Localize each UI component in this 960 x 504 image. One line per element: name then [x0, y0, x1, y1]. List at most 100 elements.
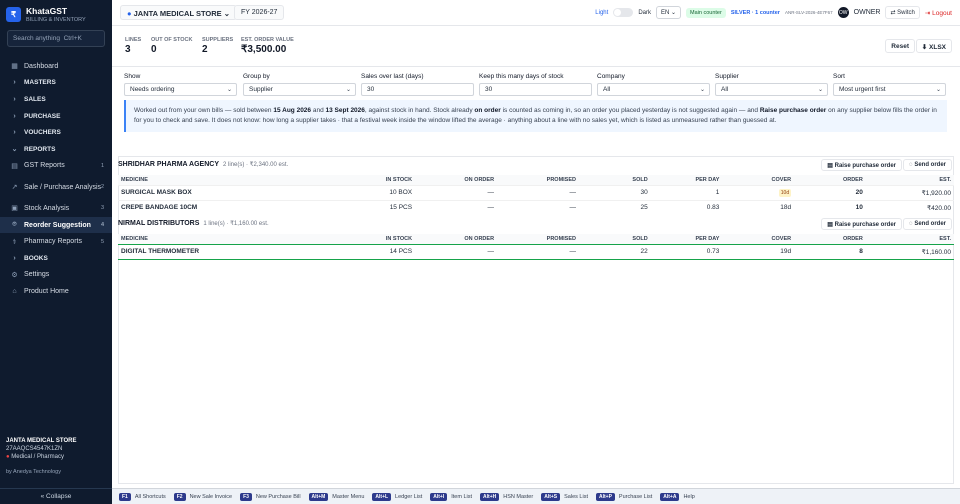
- filter-label: Company: [597, 73, 625, 80]
- sidebar-item-dashboard[interactable]: ▦ Dashboard: [0, 58, 112, 75]
- sidebar-item-reports[interactable]: ⌄ REPORTS: [0, 141, 112, 158]
- sidebar-item-sales[interactable]: › SALES: [0, 91, 112, 108]
- sidebar-item-reorder-suggestion[interactable]: ⌾ Reorder Suggestion 4: [0, 216, 112, 234]
- cell-medicine: CREPE BANDAGE 10CM: [118, 199, 303, 215]
- supplier-name: SHRIDHAR PHARMA AGENCY 2 line(s) · ₹2,340…: [118, 161, 288, 168]
- info-date-end: 13 Sept 2026: [325, 107, 365, 114]
- collapse-button[interactable]: « Collapse: [0, 488, 112, 504]
- cell-on-order: —: [415, 184, 498, 200]
- reset-button[interactable]: Reset: [885, 39, 915, 53]
- supplier-name: NIRMAL DISTRIBUTORS 1 line(s) · ₹1,160.00…: [118, 220, 269, 227]
- filter-value: All: [603, 86, 611, 93]
- send-order-button[interactable]: ◌ Send order: [903, 159, 952, 171]
- switch-button[interactable]: ⇄ Switch: [885, 6, 920, 19]
- raise-po-button[interactable]: ▤ Raise purchase order: [821, 159, 902, 171]
- input-sales-over-last-days[interactable]: 30: [361, 83, 474, 96]
- table-header: MEDICINE IN STOCK ON ORDER PROMISED SOLD PER …: [118, 234, 954, 244]
- shortcut-key-f2[interactable]: F2: [173, 492, 186, 501]
- shortcut-key-alt-a[interactable]: Alt+A: [660, 492, 680, 501]
- table-row[interactable]: SURGICAL MASK BOX 10 BOX — — 30 1 10d 20 ₹1,920.…: [118, 184, 954, 200]
- reorder-table: MEDICINE IN STOCK ON ORDER PROMISED SOLD PER …: [118, 175, 954, 215]
- select-company[interactable]: All ⌄: [597, 83, 710, 96]
- owner-label: OWNER: [853, 9, 881, 16]
- cell-value: ₹1,920.00: [921, 189, 951, 197]
- sidebar-item-gst-reports[interactable]: ▤ GST Reports 1: [0, 158, 112, 175]
- input-keep-this-many-days-of-stock[interactable]: 30: [479, 83, 592, 96]
- cell-value: —: [487, 248, 495, 255]
- cell-value: 22: [640, 248, 648, 255]
- shortcut-key-alt-i[interactable]: Alt+I: [430, 492, 448, 501]
- light-label: Light: [595, 9, 609, 16]
- document-icon: ▤: [827, 163, 835, 169]
- cell-medicine: DIGITAL THERMOMETER: [118, 243, 303, 260]
- column-header: MEDICINE: [118, 234, 303, 244]
- sidebar-item-purchase[interactable]: › PURCHASE: [0, 108, 112, 125]
- sidebar-item-stock-analysis[interactable]: ▣ Stock Analysis 3: [0, 200, 112, 217]
- brand[interactable]: ₹ KhataGST BILLING & INVENTORY: [6, 6, 86, 23]
- column-header: PROMISED: [497, 175, 579, 185]
- chevron-down-icon: ⌄: [223, 9, 231, 18]
- table-row[interactable]: CREPE BANDAGE 10CM 15 PCS — — 25 0.83 18d 10 ₹42…: [118, 199, 954, 215]
- sidebar-item-label: BOOKS: [24, 254, 48, 262]
- shortcut-key-alt-s[interactable]: Alt+S: [541, 492, 561, 501]
- sidebar-item-label: SALES: [24, 95, 46, 103]
- info-text: and: [311, 107, 326, 114]
- cell-value: 0.83: [706, 204, 720, 212]
- select-supplier[interactable]: All ⌄: [715, 83, 828, 96]
- sidebar-item-product-home[interactable]: ⌂ Product Home: [0, 283, 112, 300]
- search-input[interactable]: Search anything Ctrl+K: [7, 30, 105, 47]
- cell-sold: 22: [579, 243, 651, 260]
- cell-value: ₹1,160.00: [921, 248, 951, 256]
- select-show[interactable]: Needs ordering ⌄: [124, 83, 237, 96]
- shortcut-label: Ledger List: [395, 493, 423, 500]
- sidebar: ₹ KhataGST BILLING & INVENTORY Search an…: [0, 0, 112, 504]
- counter-badge: Main counter: [686, 7, 726, 18]
- sidebar-item-count: 3: [100, 205, 104, 212]
- cell-value: 10d: [778, 189, 792, 197]
- filter-label: Show: [124, 73, 141, 80]
- shortcut-key-f3[interactable]: F3: [240, 492, 252, 501]
- shortcut-key-f1[interactable]: F1: [119, 492, 131, 501]
- select-group-by[interactable]: Supplier ⌄: [243, 83, 356, 96]
- shortcut-label: Help: [683, 493, 695, 500]
- brand-tagline: BILLING & INVENTORY: [26, 17, 86, 23]
- sidebar-item-label: Product Home: [24, 287, 69, 295]
- supplier-meta: 1 line(s) · ₹1,160.00 est.: [203, 221, 269, 227]
- sidebar-item-sale-purchase-analysis[interactable]: ↗ Sale / Purchase Analysis 2: [0, 174, 112, 200]
- cell-value: 0.73: [706, 248, 720, 255]
- sidebar-item-books[interactable]: › BOOKS: [0, 250, 112, 267]
- sidebar-item-masters[interactable]: › MASTERS: [0, 75, 112, 92]
- table-header: MEDICINE IN STOCK ON ORDER PROMISED SOLD PER …: [118, 175, 954, 185]
- sidebar-item-label: REPORTS: [24, 145, 56, 153]
- sidebar-item-settings[interactable]: ⚙ Settings: [0, 267, 112, 284]
- shortcut-label: Purchase List: [618, 493, 653, 500]
- stat-value: ₹3,500.00: [241, 44, 287, 55]
- sidebar-item-pharmacy-reports[interactable]: ⚕ Pharmacy Reports 5: [0, 233, 112, 250]
- shortcut-key-alt-h[interactable]: Alt+H: [480, 492, 500, 501]
- export-xlsx-button[interactable]: ⬇ XLSX: [915, 39, 952, 53]
- supplier-meta: 2 line(s) · ₹2,340.00 est.: [222, 162, 289, 168]
- dark-label: Dark: [638, 9, 651, 16]
- table-row[interactable]: DIGITAL THERMOMETER 14 PCS — — 22 0.73 19d 8 ₹1,…: [118, 243, 954, 260]
- theme-toggle[interactable]: [613, 8, 634, 17]
- send-order-button[interactable]: ◌ Send order: [903, 218, 952, 230]
- shortcut-key-alt-l[interactable]: Alt+L: [372, 492, 392, 501]
- logout-button[interactable]: ⇥ Logout: [925, 9, 952, 17]
- shortcut-key-alt-m[interactable]: Alt+M: [308, 492, 329, 501]
- select-sort[interactable]: Most urgent first ⌄: [833, 83, 946, 96]
- avatar[interactable]: OW: [837, 7, 849, 18]
- stat-out-of-stock: OUT OF STOCK 0: [151, 37, 192, 55]
- sidebar-item-vouchers[interactable]: › VOUCHERS: [0, 124, 112, 141]
- filter-value: Needs ordering: [130, 86, 175, 93]
- raise-po-button[interactable]: ▤ Raise purchase order: [821, 218, 902, 230]
- fy-selector[interactable]: FY 2026-27: [234, 5, 285, 20]
- column-header: SOLD: [579, 175, 651, 185]
- top-header: ● JANTA MEDICAL STORE ⌄ FY 2026-27 Light…: [112, 0, 960, 26]
- filter-value: 30: [485, 86, 493, 93]
- language-select[interactable]: EN ⌄: [655, 6, 682, 19]
- cell-in-stock: 14 PCS: [302, 243, 416, 260]
- store-selector[interactable]: ● JANTA MEDICAL STORE ⌄: [120, 5, 238, 20]
- supplier-title: NIRMAL DISTRIBUTORS: [118, 220, 200, 227]
- stat-label: OUT OF STOCK: [151, 37, 193, 43]
- shortcut-key-alt-p[interactable]: Alt+P: [595, 492, 615, 501]
